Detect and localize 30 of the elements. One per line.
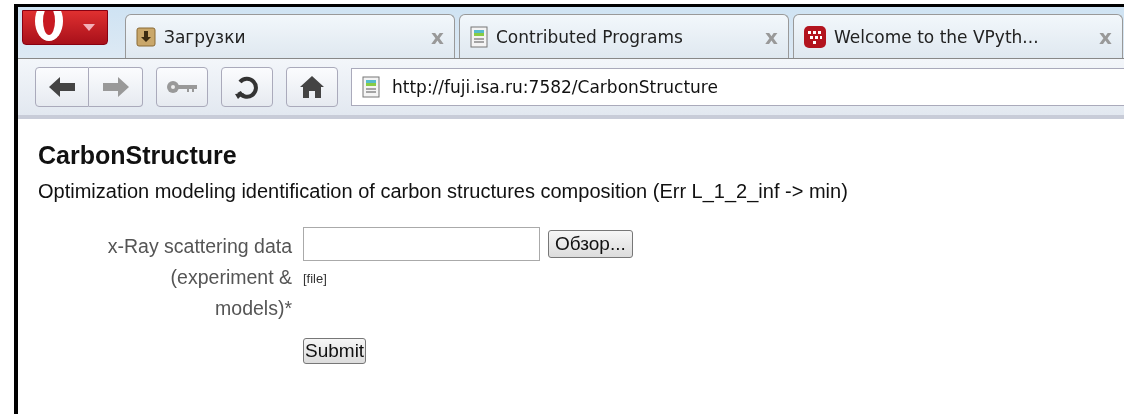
home-icon — [300, 76, 324, 98]
browse-button[interactable]: Обзор... — [548, 230, 633, 258]
back-button[interactable] — [35, 67, 89, 107]
field-hint: [file] — [303, 271, 327, 286]
browser-tab[interactable]: Contributed Programs x — [459, 14, 789, 58]
page-description: Optimization modeling identification of carbon structures composition (Err L_1_2_inf -> min) — [38, 180, 848, 203]
reload-button[interactable] — [221, 67, 273, 107]
page-icon — [470, 25, 488, 48]
tab-title: Welcome to the VPyth... — [834, 26, 1040, 47]
home-button[interactable] — [286, 67, 338, 107]
forward-arrow-icon — [102, 77, 129, 97]
app-icon — [804, 25, 826, 48]
reload-icon — [234, 74, 260, 100]
file-input-field[interactable] — [303, 227, 540, 261]
page-icon — [362, 76, 380, 98]
tab-title: Contributed Programs — [496, 26, 684, 47]
browser-tab[interactable]: Welcome to the VPyth... x — [793, 14, 1123, 58]
key-icon — [166, 80, 198, 94]
field-label: x-Ray scattering data (experiment & models)* — [106, 234, 292, 321]
address-bar[interactable]: http://fuji.isa.ru:7582/CarbonStructure — [351, 68, 1124, 106]
tab-title: Загрузки — [164, 26, 247, 47]
submit-button[interactable]: Submit — [303, 338, 367, 364]
browser-tab[interactable]: Загрузки x — [125, 14, 455, 58]
back-arrow-icon — [49, 77, 75, 97]
url-text: http://fuji.isa.ru:7582/CarbonStructure — [392, 77, 718, 97]
menu-button[interactable] — [22, 10, 108, 45]
caret-icon — [83, 24, 95, 31]
download-icon — [136, 26, 156, 47]
page-title: CarbonStructure — [38, 141, 237, 170]
key-button[interactable] — [156, 67, 208, 107]
